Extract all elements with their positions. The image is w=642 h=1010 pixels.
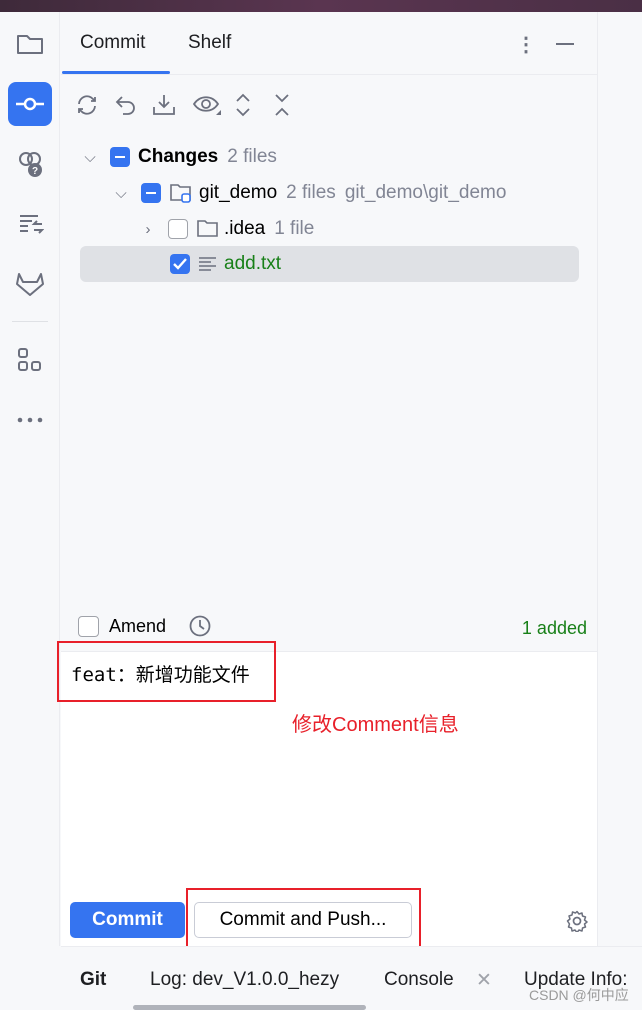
tab-console[interactable]: Console bbox=[384, 969, 454, 991]
added-status: 1 added bbox=[521, 618, 587, 638]
git-demo-label: git_demo bbox=[199, 182, 278, 203]
tool-window-sidebar: ? bbox=[0, 12, 60, 946]
chevron-down-icon[interactable]: ⌵ bbox=[80, 149, 100, 166]
bottom-tool-tabs: Git Log: dev_V1.0.0_hezy Console ✕ Updat… bbox=[61, 946, 642, 1010]
tab-git[interactable]: Git bbox=[80, 969, 106, 991]
svg-text:?: ? bbox=[32, 166, 38, 177]
idea-checkbox[interactable] bbox=[168, 219, 188, 239]
watermark: CSDN @何中应 bbox=[529, 987, 629, 1003]
idea-count: 1 file bbox=[274, 218, 315, 239]
changes-label: Changes bbox=[138, 146, 219, 167]
selected-row-highlight bbox=[80, 246, 579, 282]
gitlab-icon bbox=[16, 273, 44, 296]
tree-node-changes[interactable]: ⌵ Changes 2 files bbox=[80, 140, 277, 174]
git-demo-checkbox[interactable] bbox=[141, 183, 161, 203]
right-strip bbox=[597, 12, 642, 946]
tree-node-git-demo[interactable]: ⌵ git_demo 2 files git_demo\git_demo bbox=[111, 176, 506, 210]
expand-all-icon[interactable] bbox=[230, 92, 256, 118]
annotation-box-push bbox=[186, 888, 421, 951]
amend-option[interactable]: Amend bbox=[78, 609, 212, 643]
chevron-down-icon[interactable]: ⌵ bbox=[111, 185, 131, 202]
idea-label: .idea bbox=[224, 218, 266, 239]
sidebar-divider bbox=[12, 321, 48, 322]
amend-label: Amend bbox=[109, 615, 167, 636]
amend-checkbox[interactable] bbox=[78, 615, 99, 637]
chevron-right-icon[interactable]: › bbox=[138, 221, 158, 238]
plugins-button[interactable] bbox=[8, 338, 52, 382]
pull-requests-button[interactable]: ? bbox=[8, 142, 52, 186]
more-icon bbox=[17, 417, 43, 423]
plugins-icon bbox=[18, 348, 41, 371]
settings-gear-icon[interactable] bbox=[566, 910, 588, 932]
title-bar bbox=[0, 0, 642, 12]
changes-count: 2 files bbox=[227, 146, 277, 167]
add-txt-label: add.txt bbox=[224, 253, 282, 274]
commit-button[interactable]: Commit bbox=[70, 902, 185, 938]
text-file-icon bbox=[199, 257, 216, 271]
tree-node-idea[interactable]: › .idea 1 file bbox=[138, 212, 314, 246]
refresh-icon[interactable] bbox=[74, 92, 100, 118]
more-button[interactable] bbox=[8, 398, 52, 442]
commit-icon bbox=[16, 97, 44, 111]
project-button[interactable] bbox=[8, 22, 52, 66]
close-console-icon[interactable]: ✕ bbox=[476, 969, 492, 992]
collapse-all-icon[interactable] bbox=[269, 92, 295, 118]
view-options-icon[interactable] bbox=[191, 92, 223, 118]
tab-log[interactable]: Log: dev_V1.0.0_hezy bbox=[150, 969, 339, 991]
folder-icon bbox=[17, 35, 43, 54]
gitlab-button[interactable] bbox=[8, 262, 52, 306]
add-txt-checkbox[interactable] bbox=[170, 254, 190, 274]
options-menu-icon[interactable]: ⋮ bbox=[516, 32, 536, 57]
changes-checkbox[interactable] bbox=[110, 147, 130, 167]
git-demo-count: 2 files bbox=[286, 182, 336, 203]
tab-shelf[interactable]: Shelf bbox=[188, 32, 231, 54]
tab-separator bbox=[61, 74, 597, 75]
annotation-text: 修改Comment信息 bbox=[292, 714, 459, 736]
commit-tool-button[interactable] bbox=[8, 82, 52, 126]
horizontal-scrollbar[interactable] bbox=[133, 1005, 366, 1010]
folder-icon bbox=[197, 220, 218, 237]
structure-icon bbox=[20, 215, 44, 234]
tab-commit[interactable]: Commit bbox=[80, 32, 145, 54]
annotation-box-message bbox=[57, 641, 276, 702]
git-demo-path: git_demo\git_demo bbox=[344, 182, 507, 203]
module-folder-icon bbox=[170, 184, 191, 203]
update-icon[interactable] bbox=[151, 92, 177, 118]
rollback-icon[interactable] bbox=[113, 92, 139, 118]
history-icon[interactable] bbox=[188, 614, 212, 638]
pull-requests-icon: ? bbox=[19, 152, 42, 177]
structure-button[interactable] bbox=[8, 202, 52, 246]
minimize-icon[interactable] bbox=[556, 43, 574, 45]
tree-node-add-txt[interactable]: add.txt bbox=[170, 247, 281, 281]
